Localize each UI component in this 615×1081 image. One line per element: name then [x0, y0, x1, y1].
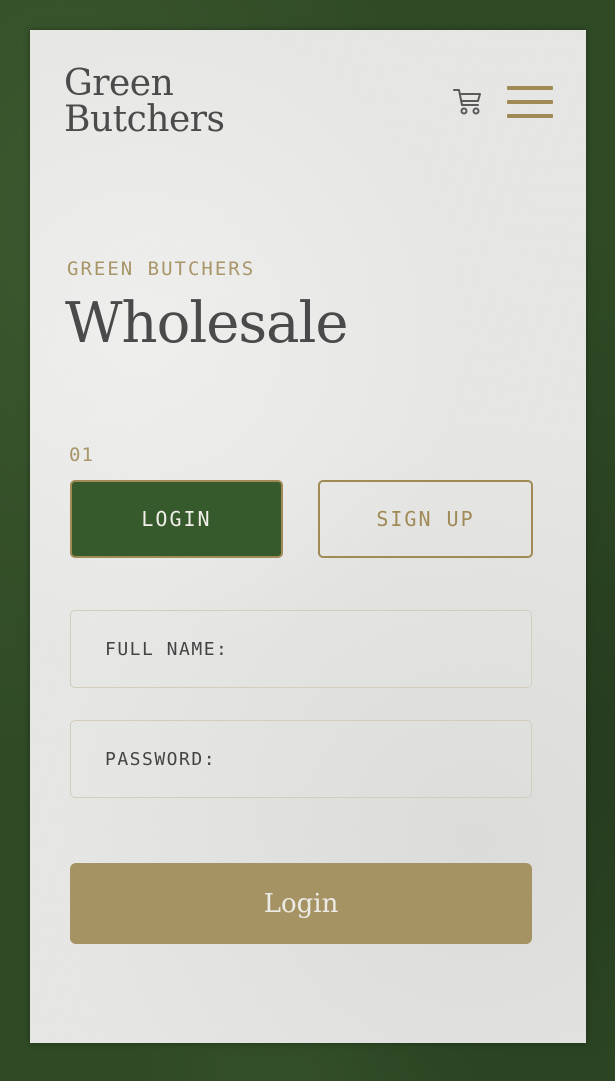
- brand-logo-line2: Butchers: [64, 99, 225, 140]
- menu-bar: [507, 114, 553, 118]
- brand-logo[interactable]: Green Butchers: [64, 63, 225, 140]
- menu-bar: [507, 100, 553, 104]
- brand-logo-line1: Green: [64, 63, 174, 104]
- hamburger-menu-icon[interactable]: [507, 86, 553, 118]
- page-title: Wholesale: [65, 291, 349, 356]
- step-number: 01: [69, 444, 94, 466]
- tab-sign-up[interactable]: SIGN UP: [318, 480, 533, 558]
- cart-icon[interactable]: [452, 85, 484, 117]
- full-name-label: FULL NAME:: [105, 638, 229, 660]
- tab-login[interactable]: LOGIN: [70, 480, 283, 558]
- password-label: PASSWORD:: [105, 748, 217, 770]
- tab-login-label: LOGIN: [141, 507, 212, 531]
- password-field[interactable]: PASSWORD:: [70, 720, 532, 798]
- full-name-field[interactable]: FULL NAME:: [70, 610, 532, 688]
- section-eyebrow: GREEN BUTCHERS: [67, 258, 256, 280]
- paper-card: Green Butchers GREEN BUTCHERS Wholesale …: [30, 30, 586, 1043]
- tab-sign-up-label: SIGN UP: [376, 507, 475, 531]
- menu-bar: [507, 86, 553, 90]
- login-submit-button[interactable]: Login: [70, 863, 532, 944]
- login-submit-label: Login: [263, 888, 339, 919]
- cart-icon-svg: [453, 89, 481, 115]
